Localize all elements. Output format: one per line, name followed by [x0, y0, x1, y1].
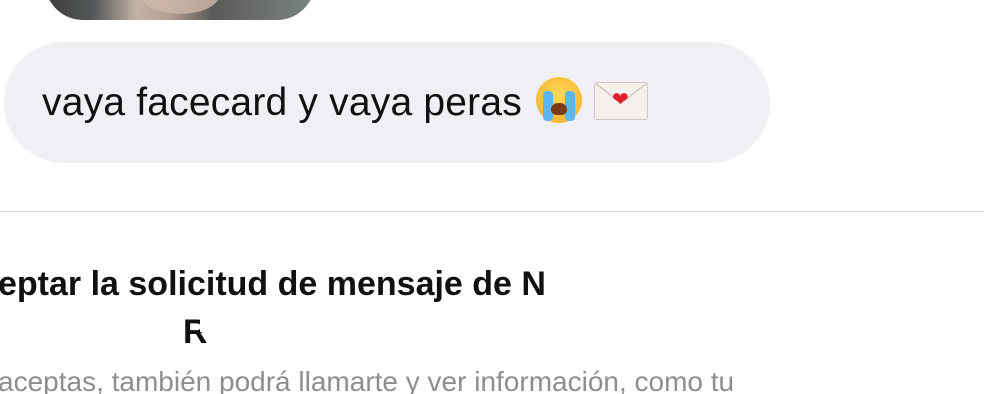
redacted-name	[605, 264, 895, 288]
message-text: vaya facecard y vaya peras	[42, 80, 522, 124]
loudly-crying-face-emoji-icon	[535, 76, 582, 123]
love-letter-emoji-icon: ❤	[593, 81, 648, 120]
section-divider	[0, 211, 984, 212]
shared-photo-thumbnail[interactable]	[45, 0, 315, 20]
request-title: eptar la solicitud de mensaje de N	[0, 265, 546, 303]
redacted-username	[200, 310, 700, 332]
request-description: aceptas, también podrá llamarte y ver in…	[0, 366, 735, 394]
photo-content	[140, 0, 220, 14]
message-request-screen: vaya facecard y vaya peras ❤ eptar la so…	[0, 0, 984, 394]
incoming-message-bubble[interactable]: vaya facecard y vaya peras ❤	[4, 42, 770, 163]
